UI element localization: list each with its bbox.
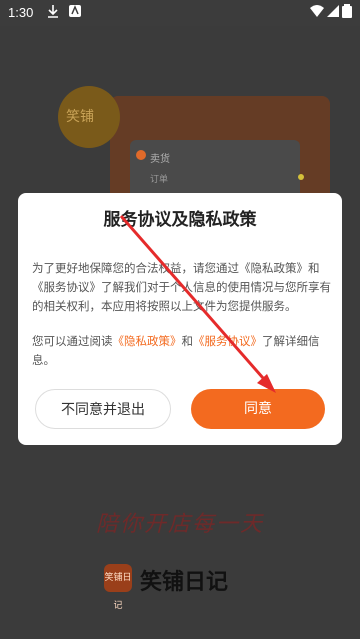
agree-button[interactable]: 同意 bbox=[191, 389, 325, 429]
paragraph-text: 和 bbox=[308, 261, 320, 275]
paragraph-text: 您可以通过阅读 bbox=[32, 334, 113, 348]
decline-button[interactable]: 不同意并退出 bbox=[35, 389, 171, 429]
dialog-paragraph-1: 为了更好地保障您的合法权益，请您通过《隐私政策》和 《服务协议》了解我们对于个人信… bbox=[32, 259, 332, 316]
background-badge: 笑铺 bbox=[58, 86, 120, 148]
service-agreement-link[interactable]: 《服务协议》 bbox=[32, 280, 101, 294]
privacy-dialog: 服务协议及隐私政策 为了更好地保障您的合法权益，请您通过《隐私政策》和 《服务协议… bbox=[18, 193, 342, 445]
brand-name: 笑铺日记 bbox=[140, 570, 229, 595]
download-icon bbox=[48, 5, 58, 18]
service-agreement-link[interactable]: 《服务协议》 bbox=[193, 334, 262, 348]
status-bar: 1:30 bbox=[0, 0, 360, 26]
paragraph-text: 为了更好地保障您的合法权益，请您通过 bbox=[32, 261, 239, 275]
dialog-paragraph-2: 您可以通过阅读《隐私政策》和《服务协议》了解详细信息。 bbox=[32, 332, 332, 370]
dialog-title: 服务协议及隐私政策 bbox=[103, 210, 257, 230]
background-card-title: 卖货 bbox=[150, 154, 170, 165]
brand: 笑铺日记 笑铺日记 bbox=[104, 562, 264, 611]
battery-icon bbox=[342, 4, 352, 18]
background-badge-text: 笑铺 bbox=[66, 109, 94, 125]
background-avatar bbox=[136, 150, 146, 160]
background-card-subtitle: 订单 bbox=[150, 175, 169, 185]
background-dot bbox=[298, 174, 304, 180]
privacy-policy-link[interactable]: 《隐私政策》 bbox=[113, 334, 182, 348]
slogan-text: 陪你开店每一天 bbox=[95, 512, 264, 537]
signal-icon bbox=[327, 5, 339, 17]
paragraph-text: 和 bbox=[181, 334, 194, 348]
notification-icon bbox=[69, 5, 81, 17]
app-logo: 笑铺日记 bbox=[104, 564, 132, 611]
wifi-icon bbox=[310, 5, 324, 17]
status-time: 1:30 bbox=[8, 5, 34, 20]
privacy-policy-link[interactable]: 《隐私政策》 bbox=[239, 261, 308, 275]
